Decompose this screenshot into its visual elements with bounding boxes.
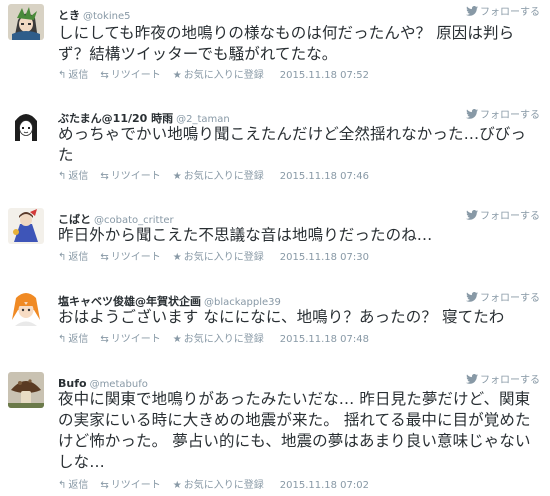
retweet-icon: ⇆ — [100, 252, 109, 263]
follow-button[interactable]: フォローする — [466, 207, 540, 222]
twitter-bird-icon — [466, 292, 478, 302]
retweet-button[interactable]: ⇆ リツイート — [100, 66, 160, 81]
avatar-mushroom-icon[interactable] — [8, 372, 44, 408]
avatar-orange-hair-character-icon[interactable] — [8, 290, 44, 326]
favorite-label: お気に入りに登録 — [183, 171, 264, 182]
retweet-label: リツイート — [110, 70, 161, 81]
tweet: Bufo @metabufo フォローする 夜中に関東で地鳴りがあったみたいだな…… — [0, 372, 550, 494]
tweet-text: しにしても昨夜の地鳴りの様なものは何だったんや？ 原因は判らず？結構ツイッターで… — [58, 24, 515, 63]
twitter-bird-icon — [466, 210, 478, 220]
favorite-label: お気に入りに登録 — [183, 480, 264, 491]
follow-button[interactable]: フォローする — [466, 3, 540, 18]
retweet-button[interactable]: ⇆ リツイート — [100, 167, 160, 182]
favorite-button[interactable]: ★ お気に入りに登録 — [173, 248, 264, 263]
reply-button[interactable]: ↰ 返信 — [58, 66, 88, 81]
timestamp[interactable]: 2015.11.18 07:52 — [280, 70, 369, 81]
tweet-actions: ↰ 返信 ⇆ リツイート ★ お気に入りに登録 2015.11.18 07:52 — [58, 66, 369, 81]
tweet: ぶたまん@11/20 時雨 @2_taman フォローする めっちゃでかい地鳴り聞… — [0, 107, 550, 187]
tweet: こばと @cobato_critter フォローする 昨日外から聞こえた不思議な音… — [0, 208, 550, 268]
tweet-header: Bufo @metabufo — [58, 372, 148, 390]
reply-label: 返信 — [68, 334, 89, 345]
twitter-bird-icon — [466, 109, 478, 119]
avatar-girl-drawing-icon[interactable] — [8, 107, 44, 143]
tweet-actions: ↰ 返信 ⇆ リツイート ★ お気に入りに登録 2015.11.18 07:02 — [58, 476, 369, 491]
follow-label: フォローする — [480, 293, 540, 304]
avatar-figure-toy-icon[interactable] — [8, 208, 44, 244]
timestamp[interactable]: 2015.11.18 07:46 — [280, 171, 369, 182]
reply-arrow-icon: ↰ — [58, 334, 67, 345]
tweet-feed: とき @tokine5 フォローする しにしても昨夜の地鳴りの様なものは何だったん… — [0, 0, 550, 496]
tweet: とき @tokine5 フォローする しにしても昨夜の地鳴りの様なものは何だったん… — [0, 4, 550, 92]
reply-button[interactable]: ↰ 返信 — [58, 476, 88, 491]
tweet-actions: ↰ 返信 ⇆ リツイート ★ お気に入りに登録 2015.11.18 07:46 — [58, 167, 369, 182]
retweet-label: リツイート — [110, 252, 161, 263]
favorite-label: お気に入りに登録 — [183, 252, 264, 263]
tweet-header: 塩キャベツ俊雄@年賀状企画 @blackapple39 — [58, 290, 281, 308]
tweet-text: 昨日外から聞こえた不思議な音は地鳴りだったのね… — [58, 226, 433, 244]
retweet-icon: ⇆ — [100, 334, 109, 345]
retweet-button[interactable]: ⇆ リツイート — [100, 476, 160, 491]
retweet-label: リツイート — [110, 480, 161, 491]
follow-label: フォローする — [480, 110, 540, 121]
favorite-label: お気に入りに登録 — [183, 70, 264, 81]
reply-button[interactable]: ↰ 返信 — [58, 167, 88, 182]
follow-label: フォローする — [480, 211, 540, 222]
favorite-button[interactable]: ★ お気に入りに登録 — [173, 66, 264, 81]
retweet-icon: ⇆ — [100, 480, 109, 491]
favorite-button[interactable]: ★ お気に入りに登録 — [173, 167, 264, 182]
reply-arrow-icon: ↰ — [58, 70, 67, 81]
follow-label: フォローする — [480, 375, 540, 386]
tweet-actions: ↰ 返信 ⇆ リツイート ★ お気に入りに登録 2015.11.18 07:30 — [58, 248, 369, 263]
reply-button[interactable]: ↰ 返信 — [58, 248, 88, 263]
twitter-bird-icon — [466, 6, 478, 16]
star-icon: ★ — [172, 171, 182, 182]
tweet-header: ぶたまん@11/20 時雨 @2_taman — [58, 107, 230, 125]
user-handle[interactable]: @tokine5 — [83, 11, 130, 22]
tweet-header: とき @tokine5 — [58, 4, 130, 22]
timestamp[interactable]: 2015.11.18 07:02 — [280, 480, 369, 491]
follow-label: フォローする — [480, 7, 540, 18]
follow-button[interactable]: フォローする — [466, 289, 540, 304]
star-icon: ★ — [172, 70, 182, 81]
tweet-text: めっちゃでかい地鳴り聞こえたんだけど全然揺れなかった…びびった — [58, 125, 527, 164]
reply-label: 返信 — [68, 252, 89, 263]
star-icon: ★ — [172, 334, 182, 345]
twitter-bird-icon — [466, 374, 478, 384]
avatar-anime-character-icon[interactable] — [8, 4, 44, 40]
follow-button[interactable]: フォローする — [466, 106, 540, 121]
favorite-button[interactable]: ★ お気に入りに登録 — [173, 476, 264, 491]
follow-button[interactable]: フォローする — [466, 371, 540, 386]
user-name[interactable]: とき — [58, 9, 80, 22]
reply-label: 返信 — [68, 171, 89, 182]
tweet-actions: ↰ 返信 ⇆ リツイート ★ お気に入りに登録 2015.11.18 07:48 — [58, 330, 369, 345]
retweet-button[interactable]: ⇆ リツイート — [100, 330, 160, 345]
tweet-text: 夜中に関東で地鳴りがあったみたいだな… 昨日見た夢だけど、関東の実家にいる時に大… — [58, 390, 531, 471]
favorite-label: お気に入りに登録 — [183, 334, 264, 345]
tweet-text: おはようございます なにになに、地鳴り？あったの？ 寝てたわ — [58, 308, 505, 326]
reply-label: 返信 — [68, 480, 89, 491]
timestamp[interactable]: 2015.11.18 07:30 — [280, 252, 369, 263]
reply-arrow-icon: ↰ — [58, 252, 67, 263]
favorite-button[interactable]: ★ お気に入りに登録 — [173, 330, 264, 345]
tweet: 塩キャベツ俊雄@年賀状企画 @blackapple39 フォローする おはようござ… — [0, 290, 550, 350]
tweet-header: こばと @cobato_critter — [58, 208, 174, 226]
reply-arrow-icon: ↰ — [58, 480, 67, 491]
timestamp[interactable]: 2015.11.18 07:48 — [280, 334, 369, 345]
retweet-label: リツイート — [110, 171, 161, 182]
retweet-label: リツイート — [110, 334, 161, 345]
retweet-icon: ⇆ — [100, 70, 109, 81]
reply-arrow-icon: ↰ — [58, 171, 67, 182]
retweet-button[interactable]: ⇆ リツイート — [100, 248, 160, 263]
retweet-icon: ⇆ — [100, 171, 109, 182]
reply-label: 返信 — [68, 70, 89, 81]
reply-button[interactable]: ↰ 返信 — [58, 330, 88, 345]
star-icon: ★ — [172, 252, 182, 263]
star-icon: ★ — [172, 480, 182, 491]
